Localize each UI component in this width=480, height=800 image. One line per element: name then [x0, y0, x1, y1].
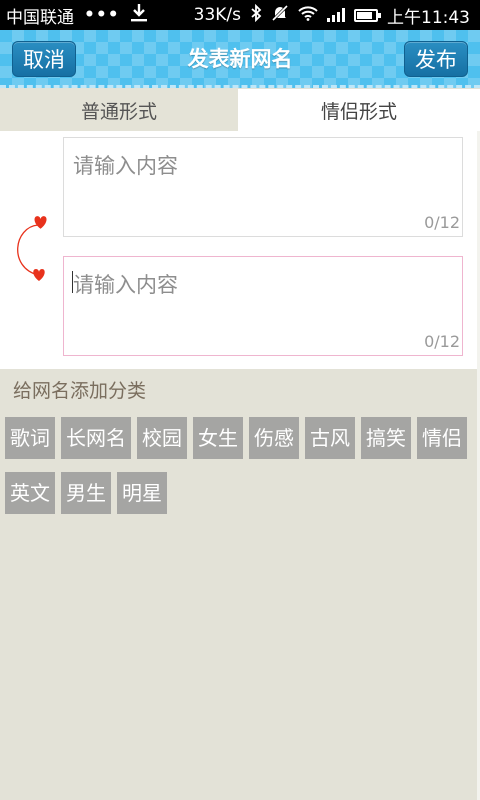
- notification-dots: •••: [84, 5, 120, 25]
- tag-celebrity[interactable]: 明星: [117, 472, 167, 514]
- app-header: 发表新网名 取消 发布: [0, 30, 480, 88]
- couple-input-area: 请输入内容 0/12 请输入内容 0/12: [0, 131, 480, 369]
- tag-english[interactable]: 英文: [5, 472, 55, 514]
- tab-normal-form[interactable]: 普通形式: [0, 89, 238, 131]
- second-name-counter: 0/12: [424, 332, 460, 351]
- status-bar: 中国联通 ••• 33K/s 上午11:43: [0, 0, 480, 30]
- tag-ancient-style[interactable]: 古风: [305, 417, 355, 459]
- second-name-input[interactable]: 请输入内容 0/12: [63, 256, 463, 356]
- status-right: 33K/s 上午11:43: [194, 3, 470, 28]
- first-name-input[interactable]: 请输入内容 0/12: [63, 137, 463, 237]
- tag-lyrics[interactable]: 歌词: [5, 417, 55, 459]
- tag-campus[interactable]: 校园: [137, 417, 187, 459]
- publish-button[interactable]: 发布: [404, 41, 468, 77]
- heart-link-icon: [17, 216, 47, 281]
- download-icon: [130, 3, 148, 28]
- status-left: 中国联通 •••: [6, 3, 148, 28]
- carrier-name: 中国联通: [6, 7, 74, 28]
- category-label: 给网名添加分类: [13, 380, 147, 402]
- tag-boys[interactable]: 男生: [61, 472, 111, 514]
- tag-funny[interactable]: 搞笑: [361, 417, 411, 459]
- battery-icon: [354, 8, 381, 22]
- second-name-placeholder: 请输入内容: [73, 273, 178, 297]
- category-tags: 歌词 长网名 校园 女生 伤感 古风 搞笑 情侣 英文 男生 明星: [5, 417, 475, 514]
- network-speed: 33K/s: [193, 5, 241, 25]
- bluetooth-icon: [250, 3, 262, 27]
- mode-tabs: 普通形式 情侣形式: [0, 89, 480, 131]
- wifi-icon: [298, 5, 318, 26]
- tag-girls[interactable]: 女生: [193, 417, 243, 459]
- mute-icon: [271, 4, 289, 27]
- tab-couple-form[interactable]: 情侣形式: [238, 89, 480, 131]
- first-name-counter: 0/12: [424, 213, 460, 232]
- tag-sad[interactable]: 伤感: [249, 417, 299, 459]
- cancel-button[interactable]: 取消: [12, 41, 76, 77]
- clock: 上午11:43: [387, 7, 470, 28]
- signal-icon: [327, 8, 345, 22]
- tag-long-name[interactable]: 长网名: [61, 417, 131, 459]
- first-name-placeholder: 请输入内容: [73, 154, 178, 178]
- tag-couple[interactable]: 情侣: [417, 417, 467, 459]
